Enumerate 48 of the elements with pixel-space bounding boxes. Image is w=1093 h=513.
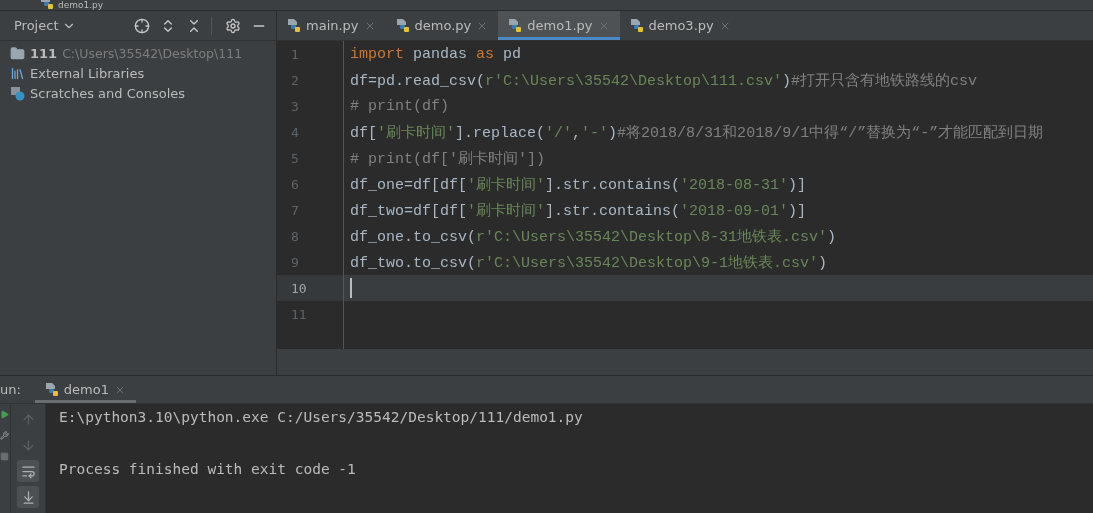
- console-output: E:\python3.10\python.exe C:/Users/35542/Desktop/111/demo1.py: [59, 409, 583, 425]
- code-line: df_one.to_csv(r'C:\Users\35542\Desktop\8-31地铁表.csv'): [350, 227, 837, 246]
- line-number: 8: [290, 228, 300, 244]
- scratches-icon: [10, 85, 25, 101]
- line-number: 2: [290, 72, 300, 88]
- line-number: 1: [290, 46, 300, 62]
- file-tab[interactable]: demo.py: [385, 11, 499, 40]
- python-file-icon: [629, 18, 644, 33]
- code-line: df_two=df[df['刷卡时间'].str.contains('2018-09-01')]: [350, 201, 807, 220]
- line-number: 3: [290, 98, 300, 114]
- text-caret: [350, 278, 352, 298]
- line-number: 6: [290, 176, 300, 192]
- python-file-icon: [395, 18, 410, 33]
- code-line: df_one=df[df['刷卡时间'].str.contains('2018-08-31')]: [350, 175, 807, 194]
- tree-item[interactable]: Scratches and Consoles: [30, 85, 186, 101]
- file-breadcrumb[interactable]: demo1.py: [58, 0, 104, 10]
- scroll-to-end-icon[interactable]: [17, 486, 39, 508]
- python-file-icon: [508, 18, 523, 33]
- code-line: df['刷卡时间'].replace('/','-')#将2018/8/31和2018/9/1中得“/”替换为“-”才能匹配到日期: [350, 123, 1044, 142]
- wrench-icon[interactable]: [0, 431, 9, 440]
- line-number: 10: [290, 280, 308, 296]
- code-line: df=pd.read_csv(r'C:\Users\35542\Desktop\111.csv')#打开只含有地铁路线的csv: [350, 71, 978, 90]
- run-label: un:: [0, 382, 21, 397]
- file-tab[interactable]: main.py: [277, 11, 386, 40]
- code-line: import pandas as pd: [350, 45, 522, 63]
- python-file-icon: [287, 18, 301, 33]
- run-tab[interactable]: demo1: [34, 376, 136, 403]
- file-tab[interactable]: demo1.py: [498, 11, 620, 40]
- stop-icon[interactable]: [0, 452, 9, 461]
- file-tab[interactable]: demo3.py: [619, 11, 741, 40]
- tree-item[interactable]: External Libraries: [30, 65, 145, 81]
- code-line: # print(df): [350, 97, 450, 115]
- line-number: 9: [290, 254, 300, 270]
- folder-icon: [10, 45, 25, 61]
- python-file-icon: [44, 382, 59, 397]
- folder-path: C:\Users\35542\Desktop\111: [62, 45, 243, 61]
- line-number: 7: [290, 202, 300, 218]
- line-number: 4: [290, 124, 300, 140]
- code-line: df_two.to_csv(r'C:\Users\35542\Desktop\9-1地铁表.csv'): [350, 253, 828, 272]
- line-number: 5: [290, 150, 300, 166]
- project-view-selector[interactable]: Project: [14, 18, 59, 33]
- console-output: Process finished with exit code -1: [59, 461, 356, 477]
- line-number: 11: [290, 306, 308, 322]
- run-icon[interactable]: [0, 410, 9, 419]
- soft-wrap-icon[interactable]: [17, 460, 39, 482]
- library-icon: [10, 65, 25, 81]
- tree-item[interactable]: 111: [30, 45, 58, 61]
- code-line: # print(df['刷卡时间']): [350, 149, 546, 168]
